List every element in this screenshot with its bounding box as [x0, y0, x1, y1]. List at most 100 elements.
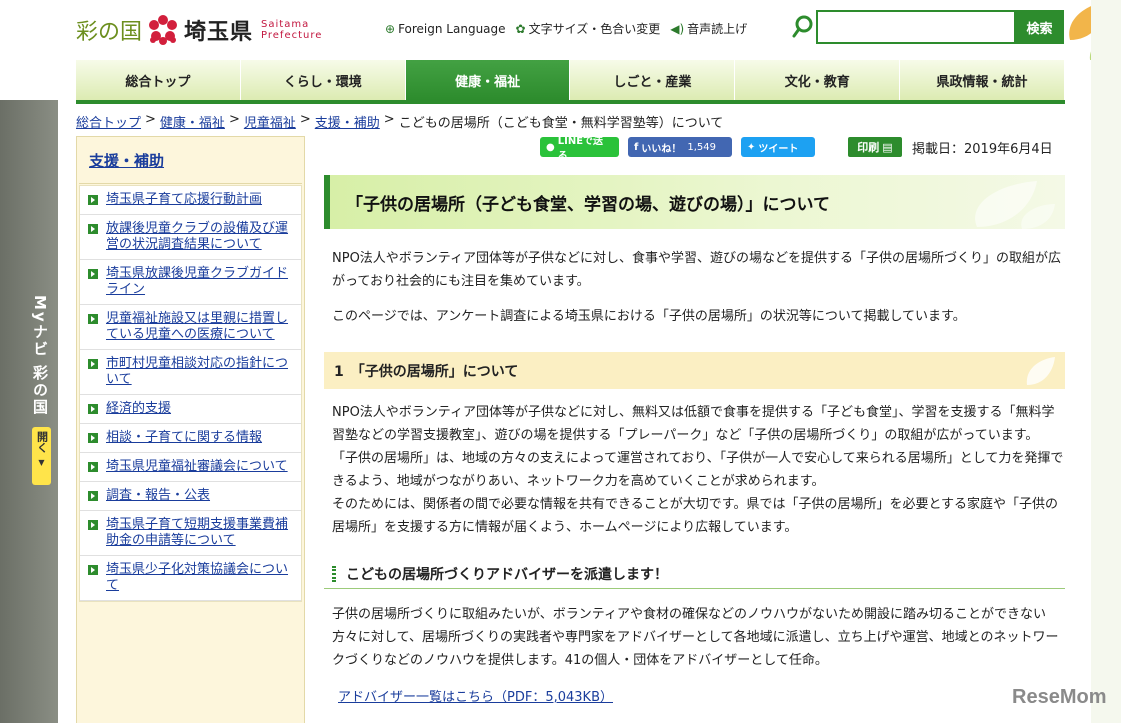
- main-content: 「子供の居場所（子ども食堂、学習の場、遊びの場）」について NPO法人やボランテ…: [324, 175, 1065, 705]
- search-icon: [792, 15, 813, 38]
- breadcrumb-link-child-welfare[interactable]: 児童福祉: [244, 112, 296, 131]
- print-button[interactable]: 印刷 ▤: [848, 137, 902, 157]
- sidebar-item: 放課後児童クラブの設備及び運営の状況調査結果について: [80, 215, 301, 260]
- primrose-logo-icon: [149, 15, 178, 45]
- arrow-right-icon: [88, 565, 98, 575]
- section-heading-1: 1 「子供の居場所」について: [324, 352, 1065, 389]
- intro-paragraph-1: NPO法人やボランティア団体等が子供などに対し、食事や学習、遊びの場などを提供す…: [332, 251, 1062, 289]
- search-input[interactable]: [816, 10, 1016, 44]
- printer-icon: ▤: [882, 140, 893, 154]
- arrow-right-icon: [88, 462, 98, 472]
- intro-paragraph-2: このページでは、アンケート調査による埼玉県における「子供の居場所」の状況等につい…: [332, 309, 966, 324]
- nav-prefectural-info[interactable]: 県政情報・統計: [900, 60, 1065, 100]
- sidebar-item: 埼玉県子育て応援行動計画: [80, 186, 301, 215]
- sidebar-item-link[interactable]: 放課後児童クラブの設備及び運営の状況調査結果について: [106, 221, 295, 253]
- arrow-right-icon: [88, 491, 98, 501]
- section-1-paragraph: NPO法人やボランティア団体等が子供などに対し、無料又は低額で食事を提供する「子…: [332, 405, 1055, 443]
- nav-top[interactable]: 総合トップ: [76, 60, 241, 100]
- social-buttons: ● LINEで送る f いいね！ 1,549 ✦ ツイート: [540, 136, 815, 162]
- nav-culture-education[interactable]: 文化・教育: [735, 60, 901, 100]
- logo-en-text: Saitama Prefecture: [261, 19, 323, 41]
- advisor-list-pdf-link[interactable]: アドバイザー一覧はこちら（PDF：5,043KB）: [338, 690, 613, 705]
- site-logo[interactable]: 彩の国 埼玉県 Saitama Prefecture: [76, 14, 322, 46]
- sidebar-item-link[interactable]: 埼玉県子育て応援行動計画: [106, 192, 262, 208]
- sidebar-item: 埼玉県少子化対策協議会について: [80, 556, 301, 601]
- tweet-button[interactable]: ✦ ツイート: [741, 137, 815, 157]
- search-button[interactable]: 検索: [1015, 10, 1064, 44]
- line-share-button[interactable]: ● LINEで送る: [540, 136, 619, 162]
- advisor-paragraph: 子供の居場所づくりに取組みたいが、ボランティアや食材の確保などのノウハウがないた…: [332, 607, 1059, 668]
- speaker-icon: ◀): [670, 21, 685, 36]
- read-aloud-link[interactable]: ◀) 音声読上げ: [670, 20, 747, 37]
- breadcrumb-separator: >: [383, 112, 395, 127]
- sidebar-item-link[interactable]: 埼玉県少子化対策協議会について: [106, 562, 295, 594]
- published-date: 掲載日：2019年6月4日: [912, 142, 1053, 157]
- open-label: 開く: [35, 431, 49, 453]
- resemom-watermark: ReseMom: [1012, 686, 1107, 708]
- arrow-right-icon: [88, 314, 98, 324]
- open-button[interactable]: 開く ▼: [32, 427, 51, 485]
- arrow-down-icon: ▼: [38, 458, 45, 467]
- sidebar-item: 児童福祉施設又は里親に措置している児童への医療について: [80, 305, 301, 350]
- nav-health-welfare[interactable]: 健康・福祉: [405, 60, 571, 100]
- sidebar-item-link[interactable]: 埼玉県児童福祉審議会について: [106, 459, 288, 475]
- sidebar: 支援・補助 埼玉県子育て応援行動計画 放課後児童クラブの設備及び運営の状況調査結…: [76, 136, 305, 723]
- arrow-right-icon: [88, 269, 98, 279]
- heading-marker-icon: [332, 565, 336, 582]
- breadcrumb: 総合トップ > 健康・福祉 > 児童福祉 > 支援・補助 > こどもの居場所（こ…: [76, 112, 723, 131]
- sidebar-item: 市町村児童相談対応の指針について: [80, 350, 301, 395]
- utility-links: ⊕ Foreign Language ✿ 文字サイズ・色合い変更 ◀) 音声読上…: [385, 20, 747, 37]
- sidebar-item-link[interactable]: 経済的支援: [106, 401, 171, 417]
- breadcrumb-separator: >: [299, 112, 311, 127]
- arrow-right-icon: [88, 433, 98, 443]
- sidebar-item-link[interactable]: 児童福祉施設又は里親に措置している児童への医療について: [106, 311, 295, 343]
- like-count: 1,549: [687, 141, 716, 153]
- global-nav: 総合トップ くらし・環境 健康・福祉 しごと・産業 文化・教育 県政情報・統計: [76, 60, 1065, 104]
- sidebar-item: 経済的支援: [80, 395, 301, 424]
- section-1-paragraph: 「子供の居場所」は、地域の方々の支えによって運営されており、「子供が一人で安心し…: [332, 451, 1064, 489]
- sidebar-item-link[interactable]: 埼玉県子育て短期支援事業費補助金の申請等について: [106, 517, 295, 549]
- breadcrumb-link-top[interactable]: 総合トップ: [76, 112, 141, 131]
- line-icon: ●: [546, 141, 555, 153]
- nav-life-environment[interactable]: くらし・環境: [240, 60, 406, 100]
- sidebar-list: 埼玉県子育て応援行動計画 放課後児童クラブの設備及び運営の状況調査結果について …: [79, 185, 302, 602]
- twitter-bird-icon: ✦: [747, 141, 756, 153]
- sidebar-item: 相談・子育てに関する情報: [80, 424, 301, 453]
- sidebar-item-link[interactable]: 相談・子育てに関する情報: [106, 430, 262, 446]
- advisor-heading: こどもの居場所づくりアドバイザーを派遣します！: [324, 559, 1065, 589]
- sidebar-item-link[interactable]: 埼玉県放課後児童クラブガイドライン: [106, 266, 295, 298]
- text-size-color-link[interactable]: ✿ 文字サイズ・色合い変更: [516, 20, 661, 37]
- leaf-decoration-icon: [1026, 357, 1055, 385]
- leaf-decoration-icon: [975, 181, 1055, 229]
- section-1-body: NPO法人やボランティア団体等が子供などに対し、無料又は低額で食事を提供する「子…: [324, 401, 1065, 539]
- logo-irodori-text: 彩の国: [76, 20, 143, 45]
- arrow-right-icon: [88, 404, 98, 414]
- gear-icon: ✿: [515, 21, 526, 36]
- foreign-language-link[interactable]: ⊕ Foreign Language: [385, 22, 506, 36]
- page-title: 「子供の居場所（子ども食堂、学習の場、遊びの場）」について: [324, 175, 1065, 229]
- sidebar-item: 調査・報告・公表: [80, 482, 301, 511]
- arrow-right-icon: [88, 224, 98, 234]
- thumbs-up-icon: f: [634, 141, 639, 153]
- right-decor-strip: [1091, 0, 1121, 723]
- arrow-right-icon: [88, 359, 98, 369]
- breadcrumb-link-support[interactable]: 支援・補助: [315, 112, 380, 131]
- sidebar-item-link[interactable]: 市町村児童相談対応の指針について: [106, 356, 295, 388]
- sidebar-item: 埼玉県放課後児童クラブガイドライン: [80, 260, 301, 305]
- sidebar-item: 埼玉県子育て短期支援事業費補助金の申請等について: [80, 511, 301, 556]
- arrow-right-icon: [88, 195, 98, 205]
- arrow-right-icon: [88, 520, 98, 530]
- facebook-like-button[interactable]: f いいね！ 1,549: [628, 137, 732, 157]
- breadcrumb-link-health[interactable]: 健康・福祉: [160, 112, 225, 131]
- breadcrumb-separator: >: [228, 112, 240, 127]
- nav-work-industry[interactable]: しごと・産業: [570, 60, 736, 100]
- breadcrumb-current: こどもの居場所（こども食堂・無料学習塾等）について: [398, 116, 724, 131]
- my-navi-tab[interactable]: Myナビ 彩の国 開く ▼: [0, 100, 58, 723]
- breadcrumb-separator: >: [145, 112, 156, 127]
- sidebar-item-link[interactable]: 調査・報告・公表: [106, 488, 210, 504]
- sidebar-item: 埼玉県児童福祉審議会について: [80, 453, 301, 482]
- section-1-paragraph: そのためには、関係者の間で必要な情報を共有できることが大切です。県では「子供の居…: [332, 497, 1059, 535]
- sidebar-title-link[interactable]: 支援・補助: [89, 150, 164, 171]
- logo-pref-text: 埼玉県: [184, 20, 254, 45]
- globe-icon: ⊕: [385, 21, 396, 36]
